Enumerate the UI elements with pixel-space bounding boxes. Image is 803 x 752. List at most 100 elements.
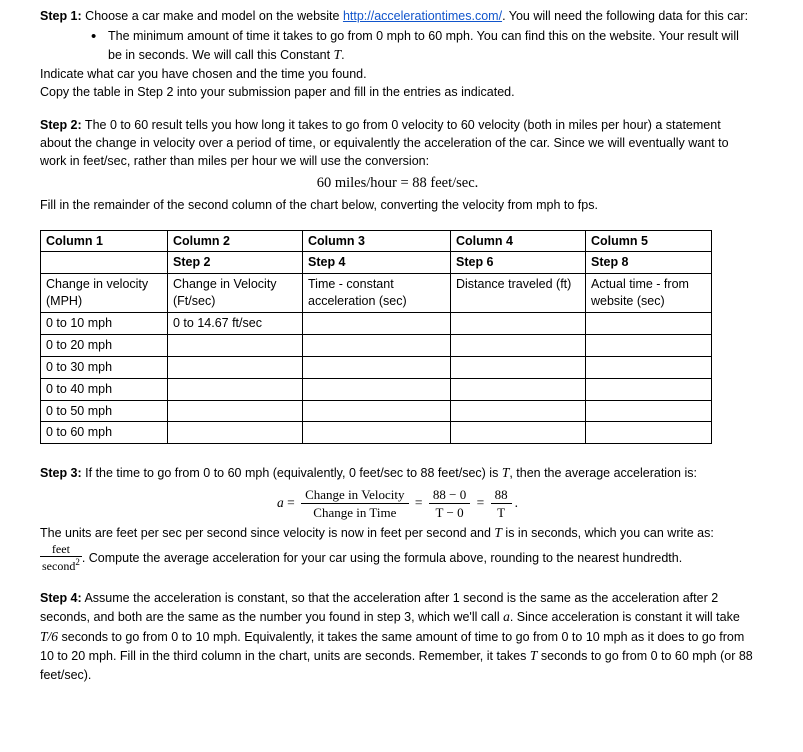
step3-units-paragraph: The units are feet per sec per second si… — [40, 523, 755, 543]
row-1-cell-1[interactable] — [167, 333, 303, 357]
table-row: 0 to 10 mph 0 to 14.67 ft/sec — [40, 312, 712, 335]
equation-a: a — [276, 495, 284, 511]
row-2-cell-1[interactable] — [167, 355, 303, 379]
subheader-cell-1 — [40, 251, 168, 275]
step3-compute-paragraph: feet second2. Compute the average acceler… — [40, 542, 755, 575]
conversion-equation: 60 miles/hour = 88 feet/sec. — [316, 175, 479, 192]
accelerationtimes-link[interactable]: http://accelerationtimes.com/ — [343, 9, 502, 23]
subheader-cell-3: Step 4 — [302, 251, 451, 275]
subheader-cell-2: Step 2 — [167, 251, 303, 275]
fraction-2-denominator: T − 0 — [435, 505, 464, 521]
step3-text2: , then the average acceleration is: — [509, 466, 697, 481]
step3-paragraph: Step 3: If the time to go from 0 to 60 m… — [40, 463, 755, 483]
row-4-cell-3[interactable] — [450, 399, 586, 423]
step2-text: The 0 to 60 result tells you how long it… — [40, 118, 729, 169]
row-5-cell-2[interactable] — [302, 421, 451, 445]
equation-equals-2: = — [414, 495, 423, 511]
step4-section: Step 4: Assume the acceleration is const… — [0, 589, 803, 684]
table-row: 0 to 30 mph — [40, 355, 712, 379]
document-page: Step 1: Choose a car make and model on t… — [0, 0, 803, 752]
row-1-cell-3[interactable] — [450, 333, 586, 357]
row-5-cell-0: 0 to 60 mph — [40, 421, 168, 445]
fraction-second-squared: second2 — [40, 557, 82, 574]
row-0-cell-0: 0 to 10 mph — [40, 312, 168, 335]
step4-label: Step 4: — [40, 591, 82, 606]
fraction-second-text: second — [42, 559, 76, 574]
step3-label: Step 3: — [40, 466, 82, 481]
step2-label: Step 2: — [40, 118, 82, 133]
step1-line2: Indicate what car you have chosen and th… — [40, 66, 367, 81]
list-item: The minimum amount of time it takes to g… — [91, 26, 755, 65]
row-3-cell-4[interactable] — [585, 377, 712, 401]
row-5-cell-1[interactable] — [167, 421, 303, 445]
row-5-cell-3[interactable] — [450, 421, 586, 445]
subheader-cell-4: Step 6 — [450, 251, 586, 275]
row-1-cell-0: 0 to 20 mph — [40, 333, 168, 357]
table-subheader-row: Step 2 Step 4 Step 6 Step 8 — [40, 251, 712, 275]
row-5-cell-4[interactable] — [585, 421, 712, 445]
step2-section: Step 2: The 0 to 60 result tells you how… — [0, 116, 803, 215]
step3-units-text2: is in seconds, which you can write as: — [501, 526, 714, 541]
spacer-step3-step4 — [0, 574, 803, 589]
equation-equals-1: = — [287, 495, 295, 511]
row-2-cell-3[interactable] — [450, 355, 586, 379]
description-cell-3: Time - constant acceleration (sec) — [302, 273, 451, 314]
row-2-cell-4[interactable] — [585, 355, 712, 379]
step1-section: Step 1: Choose a car make and model on t… — [0, 7, 803, 101]
step4-symbol-a: a — [503, 609, 510, 625]
description-cell-4: Distance traveled (ft) — [450, 273, 586, 314]
row-0-cell-4[interactable] — [585, 312, 712, 335]
row-0-cell-1[interactable]: 0 to 14.67 ft/sec — [167, 312, 303, 335]
table-row: 0 to 20 mph — [40, 333, 712, 357]
row-4-cell-4[interactable] — [585, 399, 712, 423]
column-header-2: Column 2 — [167, 229, 303, 253]
column-header-1: Column 1 — [40, 229, 168, 253]
constant-T-symbol: T — [333, 47, 342, 63]
step1-paragraph: Step 1: Choose a car make and model on t… — [40, 7, 755, 25]
row-1-cell-4[interactable] — [585, 333, 712, 357]
step3-compute-text: . Compute the average acceleration for y… — [81, 550, 683, 565]
row-0-cell-3[interactable] — [450, 312, 586, 335]
column-header-5: Column 5 — [585, 229, 712, 253]
subheader-cell-5: Step 8 — [585, 251, 712, 275]
row-3-cell-2[interactable] — [302, 377, 451, 401]
spacer-step1-step2 — [0, 101, 803, 116]
velocity-chart-table: Column 1 Column 2 Column 3 Column 4 Colu… — [40, 229, 712, 445]
fraction-exponent: 2 — [75, 557, 80, 568]
equation-fraction-3: 88 T — [490, 487, 512, 521]
column-header-4: Column 4 — [450, 229, 586, 253]
row-4-cell-0: 0 to 50 mph — [40, 399, 168, 423]
acceleration-equation: a = Change in Velocity Change in Time = … — [40, 487, 755, 521]
row-2-cell-0: 0 to 30 mph — [40, 355, 168, 379]
table-row: 0 to 50 mph — [40, 399, 712, 423]
step4-text-b: . Since acceleration is constant it will… — [509, 610, 740, 625]
row-4-cell-2[interactable] — [302, 399, 451, 423]
table-description-row: Change in velocity (MPH) Change in Veloc… — [40, 273, 712, 314]
step1-text-before-link: Choose a car make and model on the websi… — [81, 9, 343, 23]
row-4-cell-1[interactable] — [167, 399, 303, 423]
row-1-cell-2[interactable] — [302, 333, 451, 357]
step1-text-after-link: . You will need the following data for t… — [502, 9, 749, 23]
row-0-cell-2[interactable] — [302, 312, 451, 335]
row-3-cell-1[interactable] — [167, 377, 303, 401]
step3-units-symbol-T: T — [494, 525, 502, 541]
step1-label: Step 1: — [40, 9, 82, 23]
fraction-feet: feet — [40, 542, 82, 558]
equation-period: . — [514, 495, 518, 511]
table-row: 0 to 40 mph — [40, 377, 712, 401]
row-2-cell-2[interactable] — [302, 355, 451, 379]
step2-fill-line: Fill in the remainder of the second colu… — [40, 198, 598, 213]
row-3-cell-3[interactable] — [450, 377, 586, 401]
top-spacer — [0, 0, 803, 7]
row-3-cell-0: 0 to 40 mph — [40, 377, 168, 401]
step3-text: If the time to go from 0 to 60 mph (equi… — [81, 466, 502, 481]
description-cell-2: Change in Velocity (Ft/sec) — [167, 273, 303, 314]
feet-per-second-squared-fraction: feet second2 — [40, 542, 82, 575]
step3-section: Step 3: If the time to go from 0 to 60 m… — [0, 463, 803, 574]
step4-symbol-T-over-6: T/6 — [40, 628, 59, 644]
equation-fraction-2: 88 − 0 T − 0 — [428, 487, 471, 521]
equation-fraction-1: Change in Velocity Change in Time — [301, 487, 409, 521]
description-cell-1: Change in velocity (MPH) — [40, 273, 168, 314]
spacer-before-table — [0, 215, 803, 230]
step1-bullet-end: . — [341, 48, 345, 63]
